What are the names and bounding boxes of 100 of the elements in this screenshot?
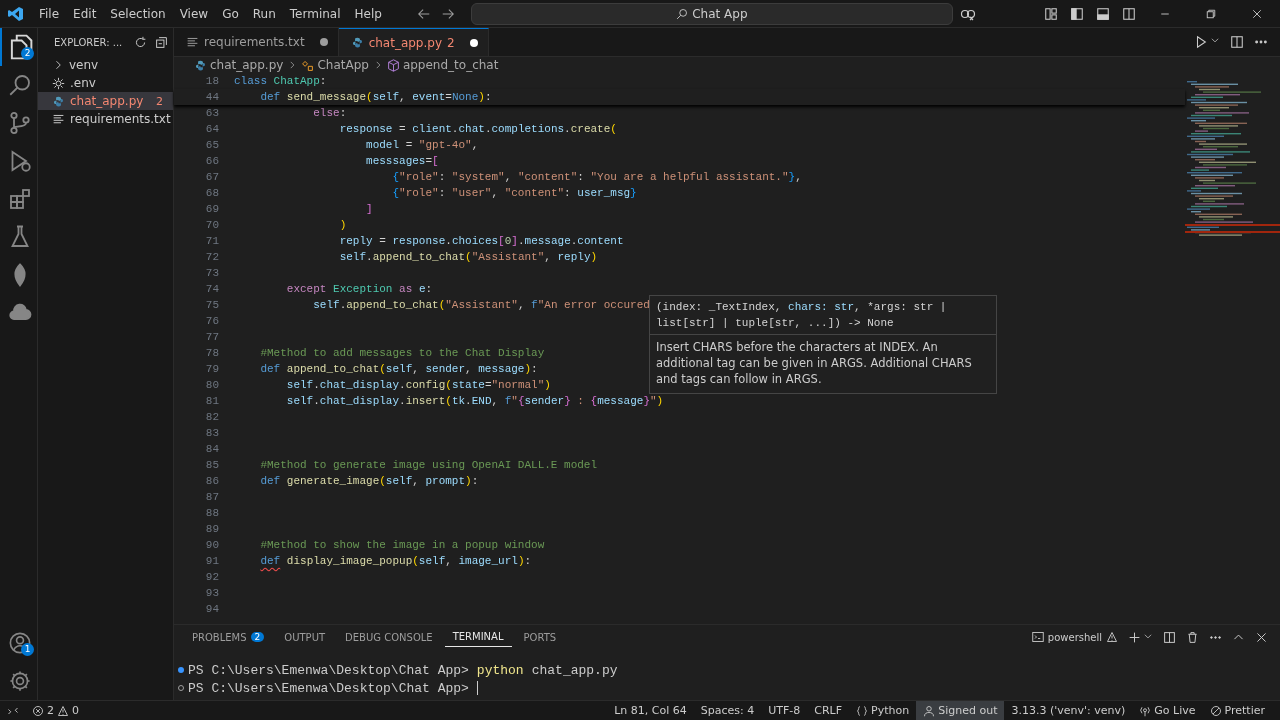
python-file-icon xyxy=(52,94,65,108)
run-icon xyxy=(1194,35,1208,49)
file-tree-item[interactable]: .env xyxy=(38,74,173,92)
terminal-command: python xyxy=(476,662,524,678)
breadcrumb[interactable]: append_to_chat xyxy=(386,58,499,72)
line-number: 64 xyxy=(204,122,219,137)
terminal-argument: chat_app.py xyxy=(531,662,618,678)
panel-tab[interactable]: DEBUG CONSOLE xyxy=(337,627,441,647)
file-tree-item[interactable]: venv xyxy=(38,56,173,74)
python-file-icon xyxy=(194,58,207,72)
menu-item[interactable]: View xyxy=(172,4,216,23)
line-number: 63 xyxy=(204,106,219,121)
status-item[interactable]: Spaces: 4 xyxy=(693,700,762,720)
line-number: 89 xyxy=(204,522,219,537)
status-item[interactable]: 3.13.3 ('venv': venv) xyxy=(1004,700,1133,720)
line-number: 94 xyxy=(204,602,219,617)
menu-item[interactable]: Go xyxy=(215,4,246,23)
panel-tab[interactable]: TERMINAL xyxy=(444,627,512,647)
line-number: 80 xyxy=(204,378,219,393)
editor-tab[interactable]: chat_app.py 2 xyxy=(338,28,489,56)
code-line: reply = response.choices[0].message.content xyxy=(338,234,624,249)
line-number: 78 xyxy=(204,346,219,361)
editor-tab[interactable]: requirements.txt xyxy=(174,28,339,56)
line-number: 85 xyxy=(204,458,219,473)
close-icon xyxy=(1255,630,1268,644)
line-number: 68 xyxy=(204,186,219,201)
code-line: ) xyxy=(338,218,347,233)
gear-icon xyxy=(8,670,31,692)
code-line: self.chat_display.insert(tk.END, f"{sender} : {message}") xyxy=(285,394,664,409)
problems-status[interactable]: 2 0 xyxy=(26,704,85,717)
menu-item[interactable]: Selection xyxy=(103,4,173,23)
chevron-down-icon xyxy=(1210,35,1220,45)
code-line: messsages=[ xyxy=(365,154,439,169)
line-number: 76 xyxy=(204,314,219,329)
forward-arrow-icon xyxy=(440,6,455,21)
panel-tab[interactable]: PORTS xyxy=(515,627,565,647)
refresh-icon xyxy=(134,35,148,49)
status-item[interactable]: UTF-8 xyxy=(761,700,808,720)
line-number: 69 xyxy=(204,202,219,217)
trash-icon xyxy=(1186,630,1199,644)
code-line: #Method to add messages to the Chat Display xyxy=(259,346,545,361)
line-number: 75 xyxy=(204,298,219,313)
accounts-button[interactable]: 1 xyxy=(0,624,37,662)
layout-icon xyxy=(1044,6,1058,21)
line-number: 79 xyxy=(204,362,219,377)
code-line: except Exception as e: xyxy=(285,282,433,297)
sidebar-toggle-icon xyxy=(1070,6,1084,21)
no-entry-icon xyxy=(1209,704,1222,717)
broadcast-icon xyxy=(1139,704,1152,717)
blocks-icon xyxy=(7,187,32,211)
status-item[interactable]: Ln 81, Col 64 xyxy=(607,700,694,720)
breadcrumb[interactable]: ChatApp xyxy=(301,58,369,72)
code-line: else: xyxy=(312,106,347,121)
code-line: def append_to_chat(self, sender, message): xyxy=(259,362,538,377)
count-badge: 1 xyxy=(21,643,34,656)
breadcrumb[interactable]: chat_app.py xyxy=(194,58,284,72)
status-item[interactable]: Prettier xyxy=(1202,700,1272,720)
file-tree-item[interactable]: chat_app.py 2 xyxy=(38,92,173,110)
warning-icon xyxy=(57,704,69,717)
code-line: #Method to generate image using OpenAI DALL.E model xyxy=(259,458,598,473)
code-line: response = client.chat.completions.create( xyxy=(338,122,617,137)
line-number: 77 xyxy=(204,330,219,345)
line-number: 92 xyxy=(204,570,219,585)
panel-toggle-icon xyxy=(1096,6,1110,21)
line-number: 93 xyxy=(204,586,219,601)
line-number: 84 xyxy=(204,442,219,457)
explorer-title: EXPLORER: ... xyxy=(54,36,123,48)
code-line: def send_message(self, event=None): xyxy=(259,90,492,105)
menu-item[interactable]: Run xyxy=(245,4,283,23)
code-line: ] xyxy=(365,202,373,217)
app-logo-icon xyxy=(8,5,24,22)
terminal-prompt: PS C:\Users\Emenwa\Desktop\Chat App> xyxy=(188,662,469,678)
lines-icon xyxy=(186,35,199,49)
command-center[interactable]: Chat App xyxy=(470,2,953,25)
branch-icon xyxy=(7,111,32,135)
line-number: 71 xyxy=(204,234,219,249)
menu-item[interactable]: Terminal xyxy=(282,4,348,23)
status-item[interactable]: CRLF xyxy=(807,700,850,720)
command-status-icon xyxy=(178,667,184,673)
menu-item[interactable]: Edit xyxy=(66,4,104,23)
menu-item[interactable]: Help xyxy=(347,4,389,23)
file-tree-item[interactable]: requirements.txt xyxy=(38,110,173,128)
panel-tab[interactable]: OUTPUT xyxy=(276,627,334,647)
class-icon xyxy=(301,58,315,72)
status-item[interactable]: Go Live xyxy=(1132,700,1203,720)
line-number: 81 xyxy=(204,394,219,409)
line-number: 83 xyxy=(204,426,219,441)
status-item[interactable]: Signed out xyxy=(916,700,1005,720)
menu-item[interactable]: File xyxy=(32,4,67,23)
code-line: {"role": "user", "content": user_msg} xyxy=(391,186,637,201)
line-number: 73 xyxy=(204,266,219,281)
documentation-text: Insert CHARS before the characters at INDEX. An additional tag can be given in ARGS. Additional CHARS and tags can follow in ARGS. xyxy=(655,339,973,388)
back-arrow-icon xyxy=(416,6,431,21)
plus-icon xyxy=(1128,630,1141,644)
panel-tab[interactable]: PROBLEMS 2 xyxy=(184,627,273,647)
terminal-selector[interactable]: powershell xyxy=(1031,631,1118,643)
search-icon xyxy=(7,73,32,97)
status-item[interactable]: Python xyxy=(849,700,917,720)
line-number: 65 xyxy=(204,138,219,153)
braces-icon xyxy=(856,704,869,717)
